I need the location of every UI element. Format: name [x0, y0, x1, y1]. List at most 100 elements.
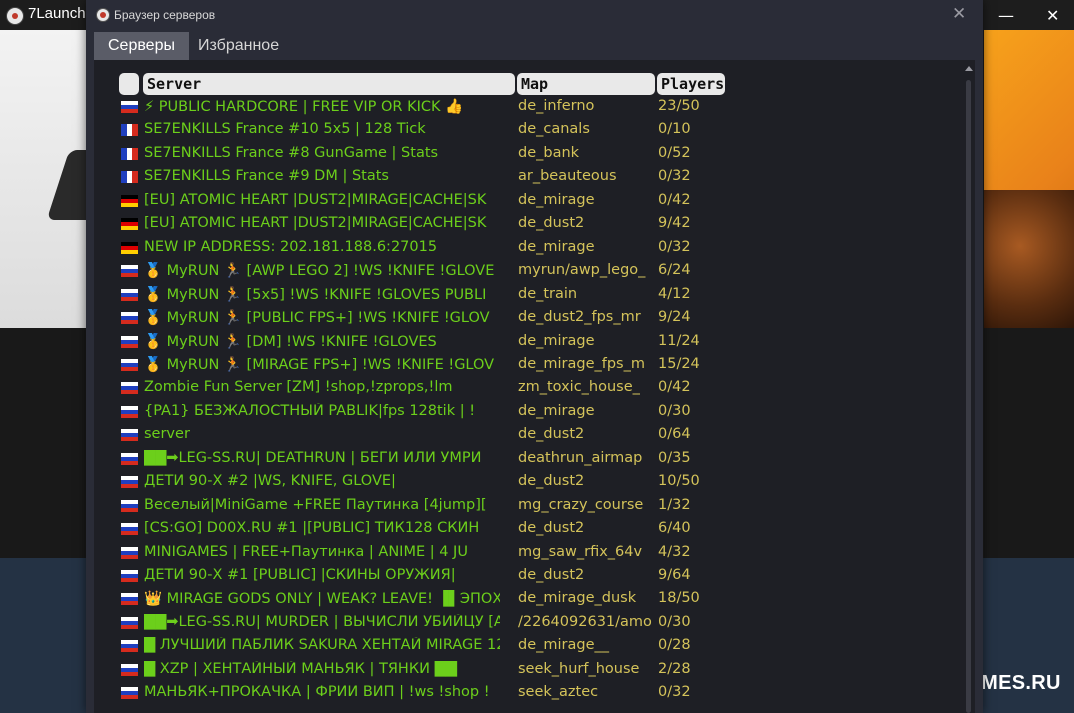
table-row[interactable]: ДЕТИ 90-Х #2 |WS, KNIFE, GLOVE| de_dust2 1… [94, 472, 954, 495]
table-row[interactable]: █ ЛУЧШИЙ ПАБЛИК SAKURA ХЕНТАЙ MIRAGE 128… [94, 636, 954, 659]
launcher-panel-right [984, 328, 1074, 558]
launcher-logo-icon [6, 7, 24, 25]
server-map: de_mirage [518, 332, 595, 349]
server-map: de_bank [518, 144, 580, 161]
server-map: de_inferno [518, 98, 595, 114]
scroll-up-icon[interactable] [965, 66, 973, 71]
flag-ru-icon [121, 288, 138, 301]
launcher-title: 7Launch [28, 5, 86, 22]
table-row[interactable]: [CS:GO] D00X.RU #1 |[PUBLIC] ТИК128 СКИН… [94, 519, 954, 542]
server-name: SE7ENKILLS France #9 DM | Stats [144, 168, 389, 185]
column-header-flag[interactable] [119, 73, 139, 95]
table-row[interactable]: SE7ENKILLS France #10 5x5 | 128 Tick de_c… [94, 120, 954, 143]
tab-favorites[interactable]: Избранное [184, 32, 293, 60]
table-row[interactable]: server de_dust2 0/64 [94, 425, 954, 448]
table-row[interactable]: 🥇 MyRUN 🏃 [DM] !WS !KNIFE !GLOVES de_mira… [94, 332, 954, 355]
server-map: mg_crazy_course [518, 496, 644, 513]
flag-ru-icon [121, 499, 138, 512]
server-players: 4/12 [658, 285, 691, 302]
table-row[interactable]: Zombie Fun Server [ZM] !shop,!zprops,!lm… [94, 378, 954, 401]
flag-ru-icon [121, 429, 138, 442]
server-map: de_train [518, 285, 578, 302]
launcher-panel-left [0, 328, 95, 558]
server-map: mg_saw_rfix_64v [518, 543, 643, 560]
table-row[interactable]: █ XZP | ХЕНТАЙНЫЙ МАНЬЯК | ТЯНКИ ██ seek_… [94, 660, 954, 683]
server-players: 0/32 [658, 168, 691, 185]
dialog-title: Браузер серверов [114, 8, 216, 22]
flag-ru-icon [121, 523, 138, 536]
scrollbar[interactable] [962, 60, 975, 713]
column-header-map[interactable]: Map [517, 73, 655, 95]
table-row[interactable]: ДЕТИ 90-Х #1 [PUBLIC] |СКИНЫ ОРУЖИЯ| de_d… [94, 566, 954, 589]
server-name: █ XZP | ХЕНТАЙНЫЙ МАНЬЯК | ТЯНКИ ██ [144, 660, 457, 677]
flag-de-icon [121, 241, 138, 254]
flag-ru-icon [121, 452, 138, 465]
server-players: 0/28 [658, 637, 691, 654]
flag-ru-icon [121, 663, 138, 676]
table-row[interactable]: NEW IP ADDRESS: 202.181.188.6:27015 de_mi… [94, 238, 954, 261]
server-map: de_dust2 [518, 215, 585, 232]
server-map: de_canals [518, 121, 590, 138]
table-row[interactable]: SE7ENKILLS France #9 DM | Stats ar_beaute… [94, 167, 954, 190]
server-name: ДЕТИ 90-Х #2 |WS, KNIFE, GLOVE| [144, 473, 396, 490]
server-players: 2/28 [658, 660, 691, 677]
server-name: 🥇 MyRUN 🏃 [5x5] !WS !KNIFE !GLOVES PUBLI [144, 286, 487, 303]
server-map: de_dust2 [518, 426, 585, 443]
flag-fr-icon [121, 171, 138, 184]
server-name: █ ЛУЧШИЙ ПАБЛИК SAKURA ХЕНТАЙ MIRAGE 128 [144, 637, 500, 654]
server-map: ar_beauteous [518, 168, 617, 185]
table-row[interactable]: Веселый|MiniGame +FREE Паутинка [4jump][… [94, 496, 954, 519]
server-players: 23/50 [658, 98, 700, 114]
server-players: 0/30 [658, 402, 691, 419]
table-row[interactable]: ⚡ PUBLIC HARDCORE | FREE VIP OR KICK 👍 de… [94, 97, 954, 120]
table-row[interactable]: ██➡LEG-SS.RU| MURDER | ВЫЧИСЛИ УБИЙЦУ [A… [94, 613, 954, 636]
server-name: [EU] ATOMIC HEART |DUST2|MIRAGE|CACHE|SK [144, 191, 487, 208]
table-row[interactable]: 🥇 MyRUN 🏃 [5x5] !WS !KNIFE !GLOVES PUBLI… [94, 285, 954, 308]
server-name: ⚡ PUBLIC HARDCORE | FREE VIP OR KICK 👍 [144, 99, 464, 115]
server-map: seek_aztec [518, 684, 599, 701]
server-map: zm_toxic_house_ [518, 379, 640, 396]
minimize-icon[interactable]: — [998, 6, 1014, 25]
server-players: 1/32 [658, 496, 691, 513]
server-players: 11/24 [658, 332, 700, 349]
flag-ru-icon [121, 570, 138, 582]
server-name: Веселый|MiniGame +FREE Паутинка [4jump][ [144, 496, 487, 513]
table-row[interactable]: [EU] ATOMIC HEART |DUST2|MIRAGE|CACHE|SK… [94, 214, 954, 237]
server-map: de_dust2 [518, 520, 585, 537]
banner-character-art [984, 190, 1074, 330]
tab-servers[interactable]: Серверы [94, 32, 189, 60]
server-players: 0/30 [658, 613, 691, 630]
table-row[interactable]: SE7ENKILLS France #8 GunGame | Stats de_b… [94, 144, 954, 167]
table-row[interactable]: 🥇 MyRUN 🏃 [PUBLIC FPS+] !WS !KNIFE !GLOV… [94, 308, 954, 331]
server-players: 0/10 [658, 121, 691, 138]
server-map: seek_hurf_house [518, 660, 640, 677]
server-players: 0/42 [658, 379, 691, 396]
flag-ru-icon [121, 358, 138, 371]
server-name: 🥇 MyRUN 🏃 [AWP LEGO 2] !WS !KNIFE !GLOVE [144, 263, 495, 280]
table-row[interactable]: MINIGAMES | FREE+Паутинка | ANIME | 4 JU… [94, 543, 954, 566]
server-name: [EU] ATOMIC HEART |DUST2|MIRAGE|CACHE|SK [144, 215, 487, 232]
table-row[interactable]: 🥇 MyRUN 🏃 [AWP LEGO 2] !WS !KNIFE !GLOVE… [94, 261, 954, 284]
server-map: de_mirage_dusk [518, 590, 637, 607]
scrollbar-track[interactable] [966, 80, 971, 713]
column-header-server[interactable]: Server [143, 73, 515, 95]
table-row[interactable]: {PA1} БЕЗЖАЛОСТНЫЙ PABLIK|fps 128tik | !… [94, 402, 954, 425]
server-name: 👑 MIRAGE GODS ONLY | WEAK? LEAVE! ▐▌ЭПОХ [144, 591, 500, 608]
server-players: 15/24 [658, 355, 700, 372]
table-row[interactable]: ██➡LEG-SS.RU| DEATHRUN | БЕГИ ИЛИ УМРИ de… [94, 449, 954, 472]
table-row[interactable]: 👑 MIRAGE GODS ONLY | WEAK? LEAVE! ▐▌ЭПОХ… [94, 589, 954, 612]
close-icon[interactable]: ✕ [952, 4, 966, 24]
server-players: 10/50 [658, 473, 700, 490]
table-row[interactable]: 🥇 MyRUN 🏃 [MIRAGE FPS+] !WS !KNIFE !GLOV… [94, 355, 954, 378]
server-map: /2264092631/amo [518, 613, 652, 630]
server-name: MINIGAMES | FREE+Паутинка | ANIME | 4 JU [144, 543, 468, 560]
column-header-players[interactable]: Players [657, 73, 725, 95]
dialog-titlebar[interactable]: Браузер серверов ✕ [86, 0, 983, 30]
app-logo-icon [96, 8, 110, 22]
flag-de-icon [121, 194, 138, 207]
close-icon[interactable]: ✕ [1046, 6, 1059, 25]
server-map: de_mirage__ [518, 637, 610, 654]
table-row[interactable]: МАНЬЯК+ПРОКАЧКА | ФРИИ ВИП | !ws !shop !… [94, 683, 954, 706]
table-row[interactable]: [EU] ATOMIC HEART |DUST2|MIRAGE|CACHE|SK… [94, 191, 954, 214]
server-name: МАНЬЯК+ПРОКАЧКА | ФРИИ ВИП | !ws !shop ! [144, 684, 490, 701]
